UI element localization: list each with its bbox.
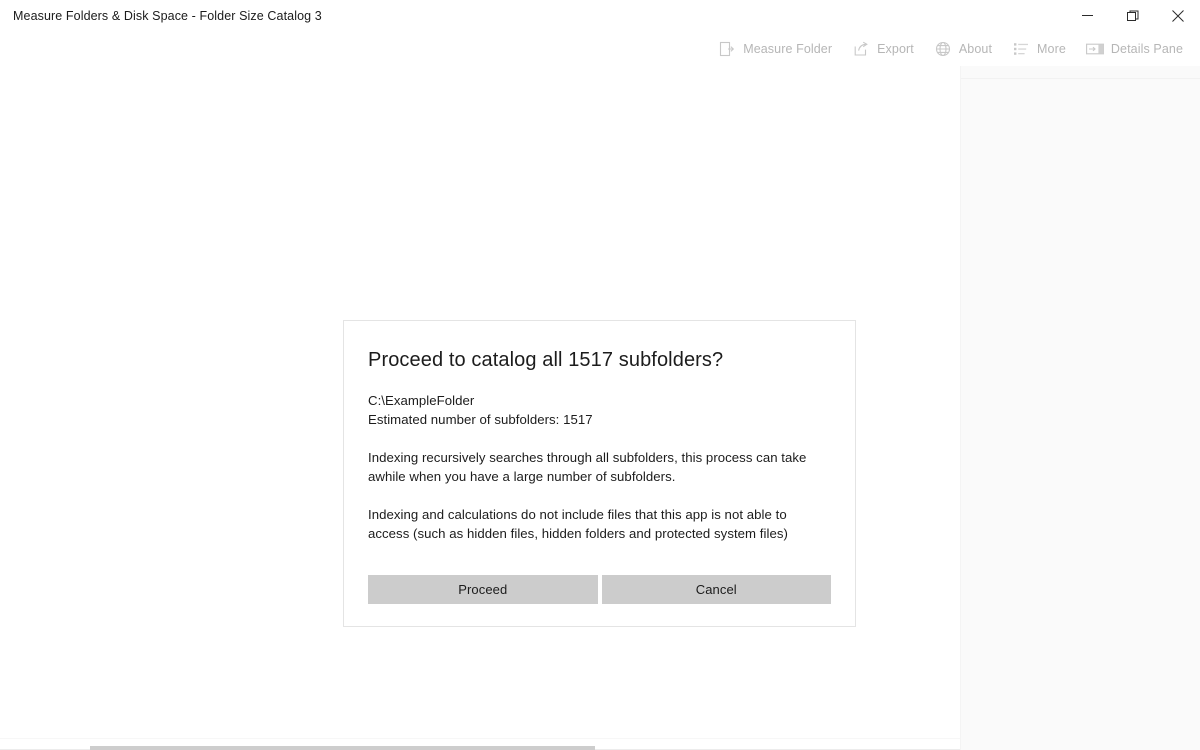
dialog-folder-path: C:\ExampleFolder — [368, 393, 475, 408]
toolbar-item-label: Export — [877, 41, 914, 56]
dialog-paragraph-access: Indexing and calculations do not include… — [368, 507, 788, 541]
toolbar-item-export[interactable]: Export — [843, 34, 923, 64]
horizontal-scrollbar[interactable] — [0, 738, 960, 750]
dialog-title: Proceed to catalog all 1517 subfolders? — [368, 349, 724, 371]
export-icon — [852, 40, 870, 58]
proceed-button[interactable]: Proceed — [368, 575, 598, 604]
toolbar-item-details-pane[interactable]: Details Pane — [1077, 34, 1192, 64]
dialog-paragraph-indexing: Indexing recursively searches through al… — [368, 450, 807, 484]
minimize-icon — [1082, 15, 1093, 16]
window-title: Measure Folders & Disk Space - Folder Si… — [13, 8, 322, 23]
measure-folder-icon — [718, 40, 736, 58]
content-area: Proceed to catalog all 1517 subfolders? … — [0, 66, 1200, 750]
dialog-button-row: Proceed Cancel — [368, 575, 831, 604]
toolbar: Measure Folder Export About More Details… — [0, 31, 1200, 66]
toolbar-item-label: About — [958, 41, 993, 56]
toolbar-item-label: Details Pane — [1110, 41, 1183, 56]
toolbar-item-about[interactable]: About — [925, 34, 1001, 64]
toolbar-item-more[interactable]: More — [1003, 34, 1075, 64]
close-button[interactable] — [1155, 0, 1200, 31]
list-icon — [1012, 40, 1030, 58]
globe-icon — [934, 40, 952, 58]
window-controls — [1065, 0, 1200, 31]
title-bar: Measure Folders & Disk Space - Folder Si… — [0, 0, 1200, 31]
toolbar-item-measure-folder[interactable]: Measure Folder — [709, 34, 841, 64]
toolbar-item-label: Measure Folder — [743, 41, 833, 56]
dialog-estimate-line: Estimated number of subfolders: 1517 — [368, 411, 593, 427]
confirm-catalog-dialog: Proceed to catalog all 1517 subfolders? … — [343, 320, 856, 627]
details-pane-divider — [961, 78, 1200, 79]
details-pane-icon — [1085, 40, 1104, 58]
restore-icon — [1126, 10, 1138, 21]
scrollbar-thumb[interactable] — [90, 746, 595, 750]
cancel-button[interactable]: Cancel — [601, 575, 831, 604]
details-pane — [960, 66, 1200, 750]
minimize-button[interactable] — [1065, 0, 1110, 31]
restore-button[interactable] — [1110, 0, 1155, 31]
toolbar-item-label: More — [1037, 41, 1066, 56]
close-icon — [1171, 9, 1184, 22]
